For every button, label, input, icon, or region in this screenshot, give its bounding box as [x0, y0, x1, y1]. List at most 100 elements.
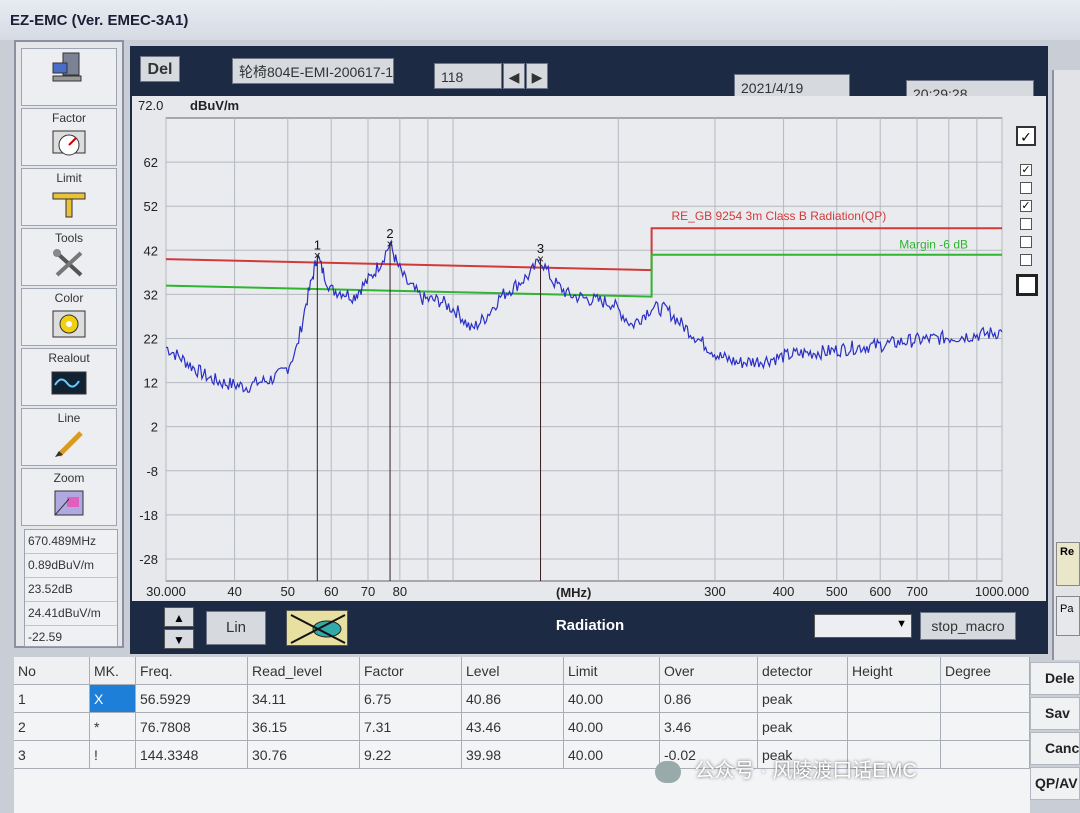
x-tick-label: 80: [393, 584, 407, 599]
table-cell[interactable]: peak: [758, 685, 848, 713]
marker-label: 1: [314, 237, 321, 252]
computer-icon: [52, 52, 82, 82]
table-header-readlevel[interactable]: Read_level: [248, 657, 360, 685]
probe-crossed-icon: [290, 614, 346, 644]
table-header-mk[interactable]: MK.: [90, 657, 136, 685]
trace-checkbox-4[interactable]: [1020, 218, 1032, 230]
table-cell[interactable]: 3: [14, 741, 90, 769]
table-header-over[interactable]: Over: [660, 657, 758, 685]
table-cell[interactable]: 40.00: [564, 741, 660, 769]
trace-checkbox-3[interactable]: ✓: [1020, 200, 1032, 212]
zoom-button[interactable]: Zoom: [21, 468, 117, 526]
x-tick-label: 60: [324, 584, 338, 599]
limit-button[interactable]: Limit: [21, 168, 117, 226]
table-cell[interactable]: 40.00: [564, 713, 660, 741]
table-cell[interactable]: 40.00: [564, 685, 660, 713]
y-tick-label: -8: [146, 464, 158, 479]
x-tick-label: 30.000: [146, 584, 186, 599]
delete-button[interactable]: Del: [140, 56, 180, 82]
trace-checkbox-6[interactable]: [1020, 254, 1032, 266]
x-axis-unit-label: (MHz): [556, 585, 591, 600]
right-edge-panel: Re Pa: [1052, 70, 1080, 660]
y-tick-label: 12: [144, 376, 158, 391]
x-tick-label: 40: [227, 584, 241, 599]
table-cell[interactable]: !: [90, 741, 136, 769]
limit-line-label: RE_GB 9254 3m Class B Radiation(QP): [671, 209, 886, 223]
table-cell[interactable]: [941, 685, 1030, 713]
realout-button[interactable]: Realout: [21, 348, 117, 406]
table-cell[interactable]: X: [90, 685, 136, 713]
table-cell[interactable]: peak: [758, 713, 848, 741]
gauge-icon: [52, 130, 86, 156]
table-cell[interactable]: [941, 713, 1030, 741]
computer-button[interactable]: [21, 48, 117, 106]
table-cell[interactable]: 56.5929: [136, 685, 248, 713]
table-cell[interactable]: 1: [14, 685, 90, 713]
table-cell[interactable]: 36.15: [248, 713, 360, 741]
line-button[interactable]: Line: [21, 408, 117, 466]
limit-icon: [52, 192, 86, 218]
next-record-button[interactable]: ▶: [526, 63, 548, 89]
table-cell[interactable]: 39.98: [462, 741, 564, 769]
x-tick-label: 300: [704, 584, 726, 599]
readout-margin: -22.59: [28, 630, 63, 644]
table-cell[interactable]: 0.86: [660, 685, 758, 713]
previous-record-button[interactable]: ◀: [503, 63, 525, 89]
window-title-bar: EZ-EMC (Ver. EMEC-3A1): [0, 0, 1080, 40]
table-header-freq[interactable]: Freq.: [136, 657, 248, 685]
tools-button[interactable]: Tools: [21, 228, 117, 286]
right-panel-button-pa[interactable]: Pa: [1056, 596, 1080, 636]
table-header-degree[interactable]: Degree: [941, 657, 1030, 685]
table-header-factor[interactable]: Factor: [360, 657, 462, 685]
table-cell[interactable]: 34.11: [248, 685, 360, 713]
table-header-level[interactable]: Level: [462, 657, 564, 685]
table-cell[interactable]: 9.22: [360, 741, 462, 769]
lin-scale-button[interactable]: Lin: [206, 611, 266, 645]
arrow-down-icon: ▼: [173, 633, 185, 647]
y-axis-unit-label: dBuV/m: [190, 98, 239, 113]
table-cell[interactable]: 43.46: [462, 713, 564, 741]
y-tick-label: -28: [139, 552, 158, 567]
right-panel-button-re[interactable]: Re: [1056, 542, 1080, 586]
trace-checkbox-5[interactable]: [1020, 236, 1032, 248]
marker-label: 3: [537, 241, 544, 256]
bottom-control-bar: ▲ ▼ Lin Radiation ▼ stop_macro: [130, 601, 1048, 654]
stop-macro-button[interactable]: stop_macro: [920, 612, 1016, 640]
spectrum-chart[interactable]: 6252423222122-8-18-2830.000 40 50 60 70 80 300…: [132, 96, 1046, 601]
disabled-probe-button[interactable]: [286, 610, 348, 646]
color-button[interactable]: Color: [21, 288, 117, 346]
wechat-icon: [655, 760, 681, 783]
trace-checkbox-2[interactable]: [1020, 182, 1032, 194]
scroll-up-button[interactable]: ▲: [164, 607, 194, 627]
x-tick-label: 70: [361, 584, 375, 599]
table-cell[interactable]: 30.76: [248, 741, 360, 769]
table-cell[interactable]: [848, 713, 941, 741]
table-cell[interactable]: 144.3348: [136, 741, 248, 769]
y-tick-label: 32: [144, 287, 158, 302]
table-cell[interactable]: *: [90, 713, 136, 741]
table-cell[interactable]: [848, 685, 941, 713]
macro-dropdown[interactable]: ▼: [814, 614, 912, 638]
delete-row-button[interactable]: Dele: [1030, 662, 1080, 695]
table-cell[interactable]: 6.75: [360, 685, 462, 713]
table-cell[interactable]: 3.46: [660, 713, 758, 741]
filename-field[interactable]: 轮椅804E-EMI-200617-1: [232, 58, 394, 84]
color-swatch-button[interactable]: [1016, 274, 1038, 296]
scroll-down-button[interactable]: ▼: [164, 629, 194, 649]
table-cell[interactable]: 7.31: [360, 713, 462, 741]
master-checkbox[interactable]: ✓: [1016, 126, 1036, 146]
x-tick-label: 600: [869, 584, 891, 599]
x-tick-label: 700: [906, 584, 928, 599]
trace-checkbox-1[interactable]: ✓: [1020, 164, 1032, 176]
table-header-limit[interactable]: Limit: [564, 657, 660, 685]
record-number-field[interactable]: 118: [434, 63, 502, 89]
table-cell[interactable]: 76.7808: [136, 713, 248, 741]
table-header-height[interactable]: Height: [848, 657, 941, 685]
save-button[interactable]: Sav: [1030, 697, 1080, 730]
table-cell[interactable]: 2: [14, 713, 90, 741]
table-cell[interactable]: 40.86: [462, 685, 564, 713]
watermark: 公众号 · 风陵渡口话EMC: [655, 754, 1055, 788]
table-header-no[interactable]: No: [14, 657, 90, 685]
factor-button[interactable]: Factor: [21, 108, 117, 166]
table-header-detector[interactable]: detector: [758, 657, 848, 685]
